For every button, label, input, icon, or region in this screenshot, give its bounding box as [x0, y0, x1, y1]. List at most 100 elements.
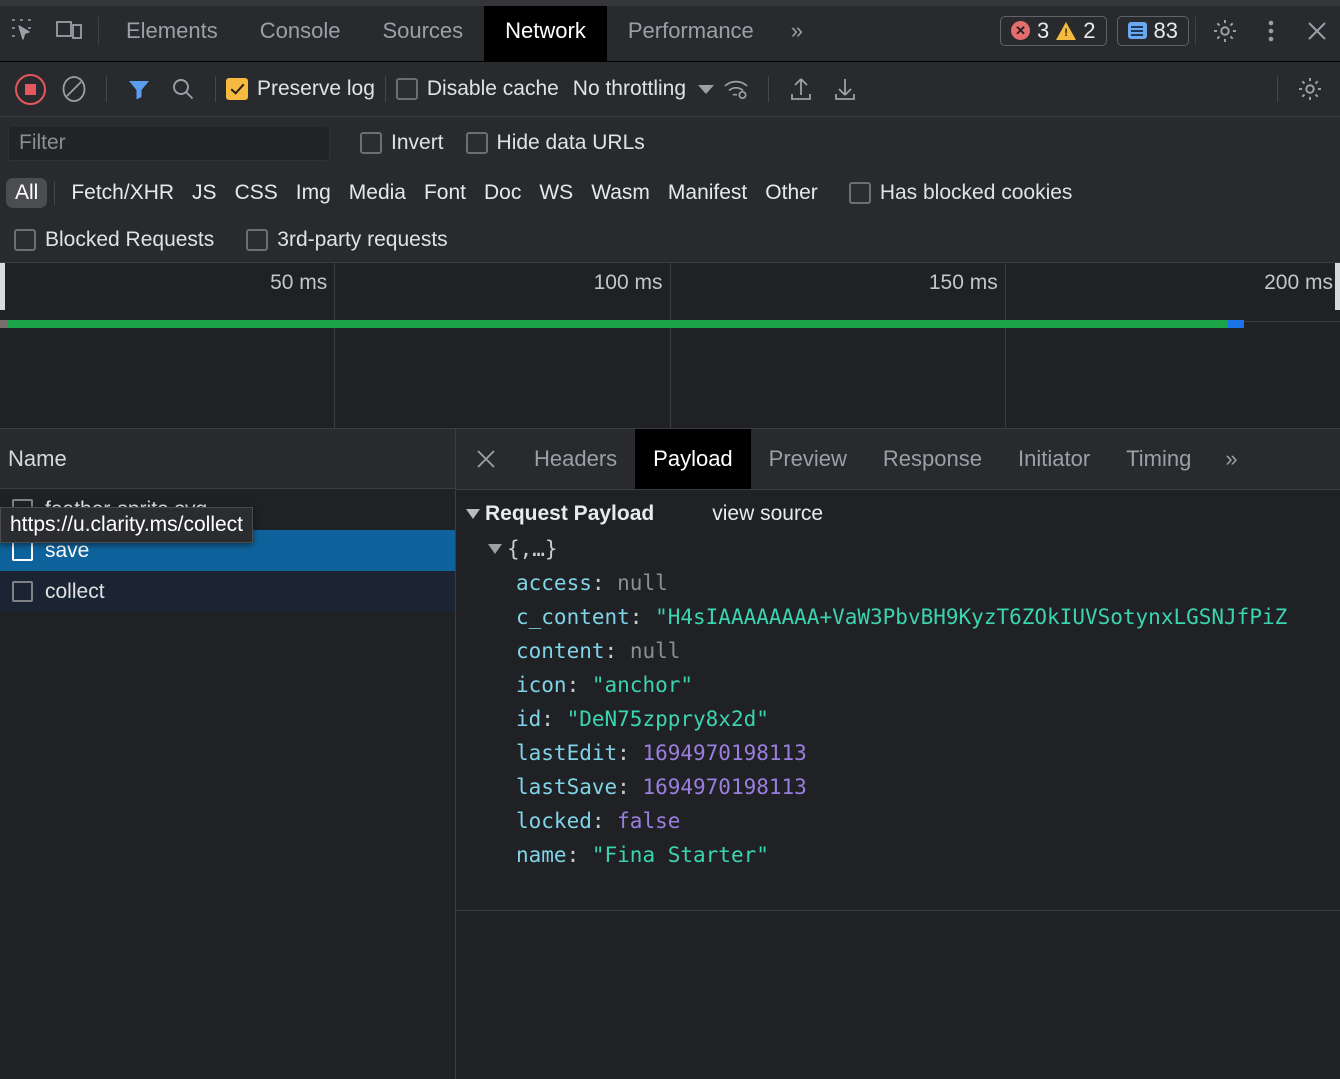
tab-timing-label: Timing [1126, 446, 1192, 471]
bottom-filler [0, 993, 1340, 1079]
payload-field-c_content: c_content: "H4sIAAAAAAAA+VaW3PbvBH9KyzT6… [516, 605, 1288, 629]
tab-elements-label: Elements [126, 17, 218, 43]
close-icon[interactable] [456, 429, 516, 489]
search-icon[interactable] [161, 67, 205, 111]
type-filter-ws[interactable]: WS [530, 178, 582, 208]
type-filter-fetch-xhr-label: Fetch/XHR [71, 181, 175, 204]
type-filter-doc-label: Doc [484, 181, 522, 204]
row-checkbox[interactable] [12, 540, 33, 561]
row-checkbox[interactable] [12, 581, 33, 602]
has-blocked-cookies-check-box [848, 182, 871, 204]
throttling-dropdown[interactable]: No throttling [572, 77, 715, 101]
device-toolbar-icon[interactable] [46, 8, 92, 54]
tab-preview[interactable]: Preview [751, 429, 865, 489]
more-detail-tabs-label: » [1225, 446, 1238, 471]
type-filter-img[interactable]: Img [287, 178, 340, 208]
type-filter-js[interactable]: JS [183, 178, 226, 208]
tab-sources-label: Sources [382, 17, 464, 43]
payload-value: null [629, 639, 681, 663]
network-overview-timeline[interactable]: 50 ms 100 ms 150 ms 200 ms [0, 263, 1340, 429]
type-filter-js-label: JS [192, 181, 217, 204]
wifi-settings-icon[interactable] [714, 67, 758, 111]
error-warning-counter[interactable]: ✕ 3 2 [1000, 15, 1107, 46]
close-icon[interactable] [1294, 8, 1340, 54]
has-blocked-cookies-checkbox[interactable]: Has blocked cookies [848, 181, 1072, 205]
type-filter-font[interactable]: Font [415, 178, 475, 208]
inspect-element-icon[interactable] [0, 8, 46, 54]
detail-tab-bar: Headers Payload Preview Response Initiat… [456, 429, 1340, 490]
tab-performance[interactable]: Performance [607, 0, 775, 62]
more-detail-tabs-icon[interactable]: » [1209, 429, 1253, 489]
type-filter-media[interactable]: Media [340, 178, 415, 208]
payload-field-name: name: "Fina Starter" [516, 843, 769, 867]
payload-value: 1694970198113 [642, 741, 807, 765]
type-filter-wasm[interactable]: Wasm [582, 178, 659, 208]
payload-root-object[interactable]: {,…} [466, 532, 1340, 566]
payload-value: "DeN75zppry8x2d" [566, 707, 769, 731]
payload-key: name [516, 843, 567, 867]
preserve-log-check-box [226, 78, 248, 100]
third-party-requests-checkbox[interactable]: 3rd-party requests [246, 228, 448, 252]
tabbar-divider [98, 16, 99, 45]
type-filter-other[interactable]: Other [756, 178, 827, 208]
record-stop-icon[interactable] [8, 67, 52, 111]
overview-cell-2: 100 ms [335, 263, 671, 428]
tab-initiator[interactable]: Initiator [1000, 429, 1108, 489]
overview-selection-handle-right[interactable] [1335, 263, 1340, 310]
payload-key: content [516, 639, 605, 663]
tab-headers[interactable]: Headers [516, 429, 635, 489]
column-header-name: Name [8, 445, 67, 471]
payload-key: locked [516, 809, 592, 833]
type-filter-fetch-xhr[interactable]: Fetch/XHR [62, 178, 183, 208]
message-icon [1127, 22, 1147, 39]
network-settings-gear-icon[interactable] [1288, 67, 1332, 111]
type-filter-css[interactable]: CSS [226, 178, 287, 208]
throttling-value: No throttling [572, 77, 687, 100]
overview-grid: 50 ms 100 ms 150 ms 200 ms [0, 263, 1340, 428]
toolbar-divider-4 [768, 76, 770, 102]
tab-response[interactable]: Response [865, 429, 1000, 489]
kebab-menu-icon[interactable] [1248, 8, 1294, 54]
blocked-requests-check-box [14, 228, 36, 251]
tab-performance-label: Performance [627, 17, 754, 43]
filter-input[interactable]: Filter [8, 125, 330, 161]
preserve-log-checkbox[interactable]: Preserve log [226, 77, 375, 101]
toolbar-divider-1 [106, 76, 107, 102]
tab-sources[interactable]: Sources [361, 0, 484, 62]
clear-icon[interactable] [52, 67, 96, 111]
overview-selection-handle-left[interactable] [0, 263, 5, 310]
network-main-area: Name feather-sprite.svg save collect htt… [0, 429, 1340, 993]
type-filter-doc[interactable]: Doc [475, 178, 530, 208]
tab-elements[interactable]: Elements [105, 0, 239, 62]
export-har-icon[interactable] [823, 67, 867, 111]
disable-cache-checkbox[interactable]: Disable cache [395, 77, 559, 101]
hide-data-urls-checkbox[interactable]: Hide data URLs [465, 131, 645, 155]
payload-key: lastEdit [516, 741, 618, 765]
payload-key: id [516, 707, 542, 731]
requests-column-header[interactable]: Name [0, 429, 455, 489]
table-row[interactable]: collect [0, 571, 455, 612]
gear-icon[interactable] [1202, 8, 1248, 54]
payload-field-lastSave: lastSave: 1694970198113 [516, 775, 807, 799]
disable-cache-check-box [395, 78, 418, 100]
type-filter-all[interactable]: All [6, 178, 48, 208]
more-tabs-icon[interactable]: » [775, 0, 819, 62]
invert-checkbox[interactable]: Invert [360, 131, 444, 155]
tab-timing[interactable]: Timing [1108, 429, 1209, 489]
request-payload-header[interactable]: Request Payload view source [466, 502, 1340, 526]
type-filter-manifest[interactable]: Manifest [659, 178, 756, 208]
blocked-requests-checkbox[interactable]: Blocked Requests [14, 228, 214, 252]
payload-value: "Fina Starter" [591, 843, 769, 867]
tab-network[interactable]: Network [484, 0, 607, 62]
message-counter[interactable]: 83 [1116, 15, 1189, 46]
overview-tick-100ms: 100 ms [593, 271, 663, 294]
import-har-icon[interactable] [779, 67, 823, 111]
tab-headers-label: Headers [534, 446, 618, 471]
view-source-link[interactable]: view source [712, 502, 823, 526]
tab-payload[interactable]: Payload [635, 429, 751, 489]
requests-pane: Name feather-sprite.svg save collect htt… [0, 429, 456, 993]
filter-placeholder: Filter [19, 131, 66, 154]
payload-field-icon: icon: "anchor" [516, 673, 694, 697]
tab-console[interactable]: Console [239, 0, 362, 62]
filter-funnel-icon[interactable] [117, 67, 161, 111]
